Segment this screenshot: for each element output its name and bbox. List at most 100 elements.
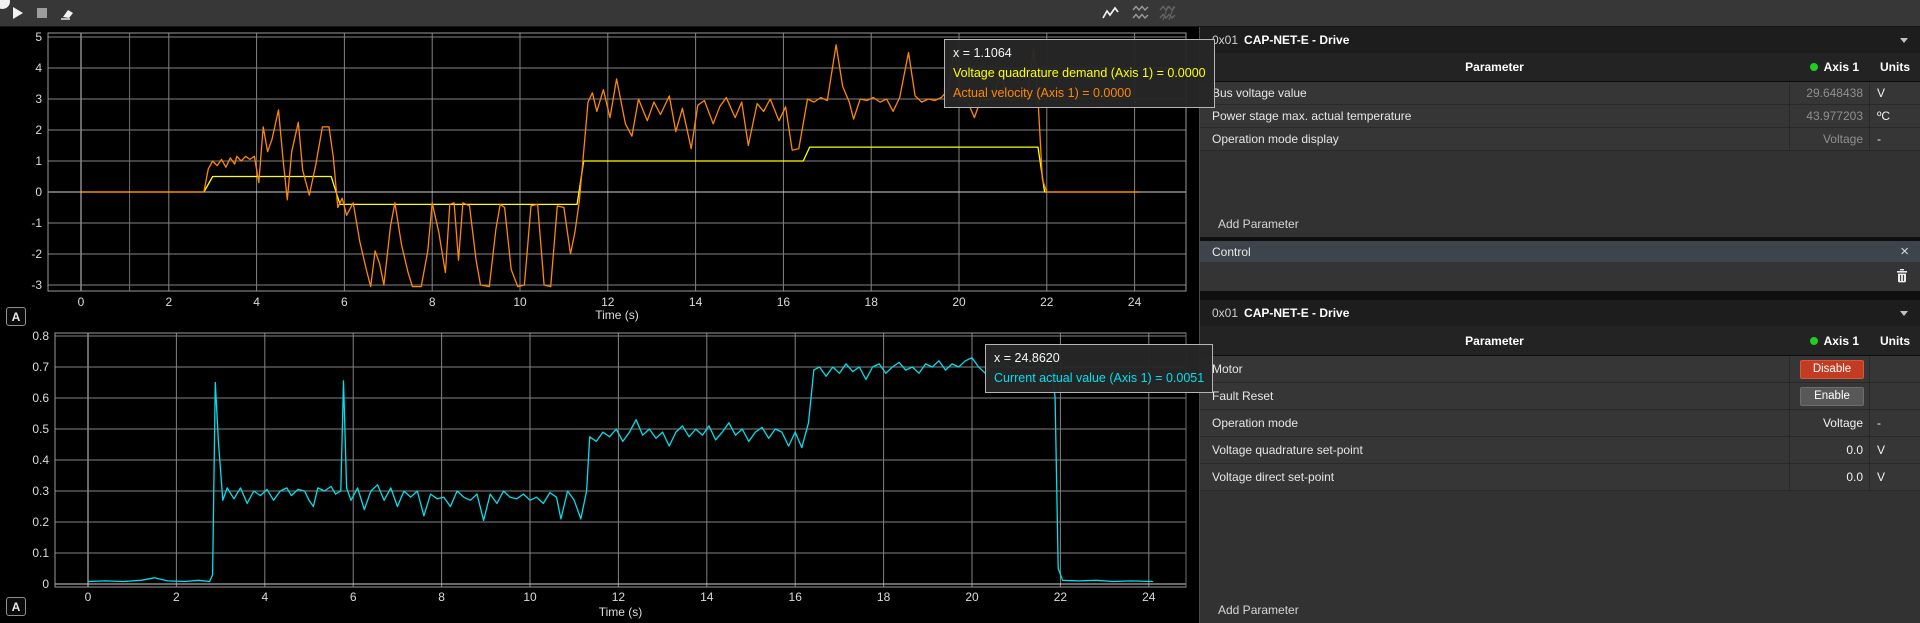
param-unit [1869, 383, 1920, 409]
y-tick-label: 0.8 [32, 329, 49, 343]
table-row: Operation mode display Voltage - [1200, 128, 1920, 151]
y-tick-label: 4 [35, 61, 42, 75]
divider [1200, 291, 1920, 300]
param-value[interactable]: 0.0 [1789, 437, 1869, 463]
param-label: Power stage max. actual temperature [1200, 105, 1789, 127]
param-value: 43.977203 [1789, 105, 1869, 127]
y-tick-label: -3 [31, 278, 42, 292]
device-header-watch[interactable]: 0x01 CAP-NET-E - Drive [1200, 27, 1920, 53]
x-tick-label: 16 [789, 590, 803, 604]
column-units: Units [1869, 334, 1920, 348]
table-row: Fault Reset Enable [1200, 383, 1920, 410]
add-parameter-button[interactable]: Add Parameter [1200, 597, 1920, 623]
x-tick-label: 24 [1128, 295, 1142, 309]
table-row: Power stage max. actual temperature 43.9… [1200, 105, 1920, 128]
y-tick-label: 0.7 [32, 360, 49, 374]
stop-icon [37, 8, 47, 18]
table-row: Operation mode Voltage - [1200, 410, 1920, 437]
series-voltage-quadrature-demand-axis-1 [81, 147, 1139, 204]
axis-label: Axis 1 [1824, 60, 1859, 74]
control-window-title: Control [1200, 245, 1251, 259]
x-tick-label: 20 [952, 295, 966, 309]
cursor-tooltip-top: x = 1.1064 Voltage quadrature demand (Ax… [944, 39, 1215, 108]
single-chart-icon [1102, 6, 1119, 21]
param-unit: V [1869, 82, 1920, 104]
split-charts-view-button[interactable] [1130, 4, 1150, 22]
y-tick-label: 2 [35, 123, 42, 137]
param-action-cell: Disable [1789, 356, 1869, 382]
param-value: 29.648438 [1789, 82, 1869, 104]
control-window-bar[interactable]: Control × [1200, 241, 1920, 262]
tooltip-series-value: Current actual value (Axis 1) = 0.0051 [994, 368, 1204, 388]
param-label: Voltage quadrature set-point [1200, 437, 1789, 463]
x-tick-label: 6 [341, 295, 348, 309]
x-tick-label: 0 [85, 590, 92, 604]
x-tick-label: 4 [253, 295, 260, 309]
y-tick-label: 0.4 [32, 453, 49, 467]
device-name: CAP-NET-E - Drive [1244, 306, 1349, 320]
x-tick-label: 10 [513, 295, 527, 309]
fault-reset-enable-button[interactable]: Enable [1800, 387, 1864, 406]
param-unit: V [1869, 464, 1920, 490]
y-tick-label: 3 [35, 92, 42, 106]
column-axis: Axis 1 [1789, 334, 1869, 348]
x-tick-label: 16 [777, 295, 791, 309]
param-unit: - [1869, 128, 1920, 150]
autoscale-button-top[interactable]: A [6, 307, 26, 326]
trash-icon[interactable] [1896, 269, 1908, 283]
x-axis-label: Time (s) [599, 605, 643, 619]
param-label: Fault Reset [1200, 383, 1789, 409]
param-value: Voltage [1789, 128, 1869, 150]
param-unit: - [1869, 410, 1920, 436]
device-header-control[interactable]: 0x01 CAP-NET-E - Drive [1200, 300, 1920, 326]
chevron-down-icon[interactable] [1900, 311, 1908, 316]
cursor-tooltip-bottom: x = 24.8620 Current actual value (Axis 1… [985, 344, 1213, 393]
x-tick-label: 4 [261, 590, 268, 604]
param-value[interactable]: 0.0 [1789, 464, 1869, 490]
y-tick-label: -1 [31, 216, 42, 230]
control-toolbar [1200, 262, 1920, 291]
y-tick-label: 0.2 [32, 515, 49, 529]
chevron-down-icon[interactable] [1900, 38, 1908, 43]
y-tick-label: 0.6 [32, 391, 49, 405]
tooltip-x-value: x = 1.1064 [953, 43, 1206, 63]
device-address: 0x01 [1212, 306, 1238, 320]
clear-button[interactable] [56, 4, 76, 22]
play-button[interactable] [8, 4, 28, 22]
table-row: Voltage quadrature set-point 0.0 V [1200, 437, 1920, 464]
param-label: Operation mode display [1200, 128, 1789, 150]
axis-status-dot [1810, 63, 1818, 71]
stop-button[interactable] [32, 4, 52, 22]
device-address: 0x01 [1212, 33, 1238, 47]
merged-charts-view-button[interactable] [1158, 4, 1178, 22]
table-row: Voltage direct set-point 0.0 V [1200, 464, 1920, 491]
x-tick-label: 12 [601, 295, 615, 309]
single-chart-view-button[interactable] [1100, 4, 1120, 22]
y-tick-label: 1 [35, 154, 42, 168]
x-tick-label: 2 [165, 295, 172, 309]
param-unit: V [1869, 437, 1920, 463]
x-tick-label: 18 [877, 590, 891, 604]
table-header-watch: Parameter Axis 1 Units [1200, 53, 1920, 82]
param-action-cell: Enable [1789, 383, 1869, 409]
axis-label: Axis 1 [1824, 334, 1859, 348]
y-tick-label: 0 [42, 577, 49, 591]
parameter-panel: 0x01 CAP-NET-E - Drive Parameter Axis 1 … [1199, 0, 1920, 623]
param-label: Motor [1200, 356, 1789, 382]
y-tick-label: 0.3 [32, 484, 49, 498]
column-axis: Axis 1 [1789, 60, 1869, 74]
add-parameter-button[interactable]: Add Parameter [1200, 211, 1920, 237]
column-parameter: Parameter [1200, 334, 1789, 348]
tooltip-x-value: x = 24.8620 [994, 348, 1204, 368]
x-tick-label: 18 [865, 295, 879, 309]
motor-disable-button[interactable]: Disable [1800, 360, 1864, 379]
param-value[interactable]: Voltage [1789, 410, 1869, 436]
merged-charts-icon [1159, 5, 1177, 21]
param-label: Voltage direct set-point [1200, 464, 1789, 490]
autoscale-button-bottom[interactable]: A [6, 597, 26, 616]
x-tick-label: 8 [429, 295, 436, 309]
y-tick-label: 0.5 [32, 422, 49, 436]
app-window: 024681012141618202224543210-1-2-3Time (s… [0, 0, 1920, 623]
x-tick-label: 2 [173, 590, 180, 604]
close-icon[interactable]: × [1900, 241, 1909, 262]
